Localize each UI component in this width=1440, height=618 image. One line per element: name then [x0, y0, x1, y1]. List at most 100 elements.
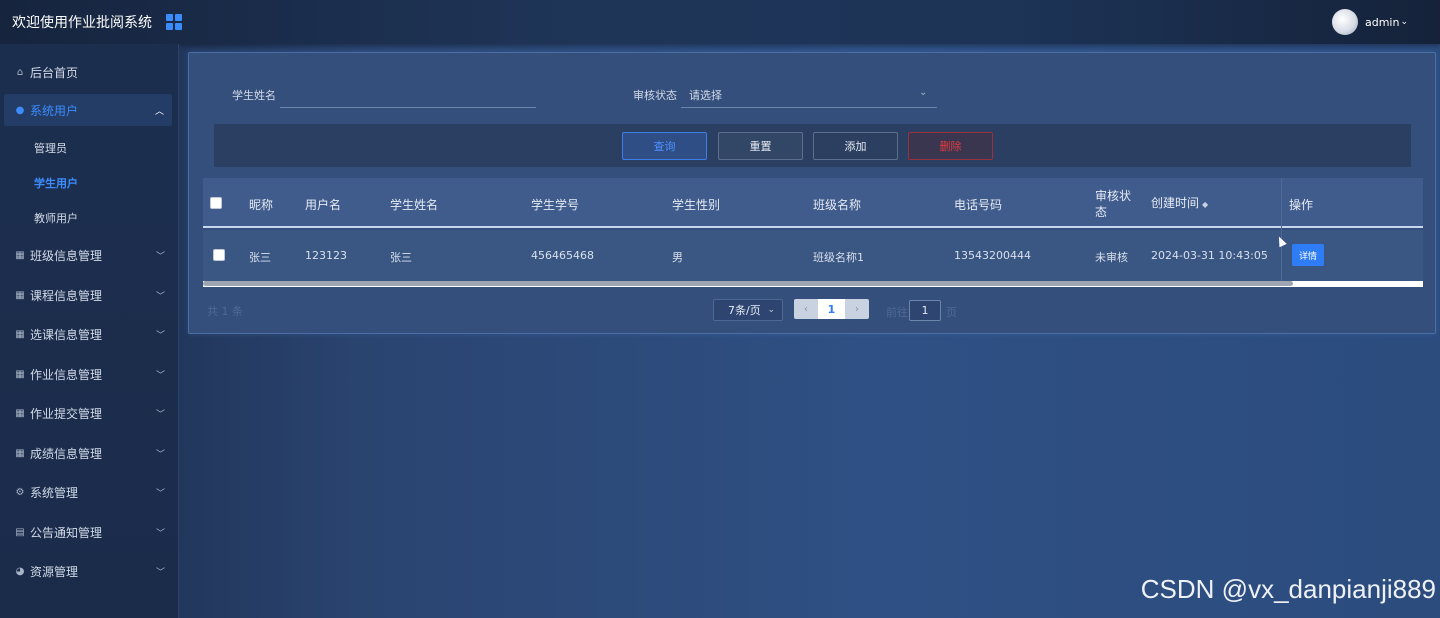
chevron-down-icon: ⌄ — [767, 305, 775, 315]
student-name-label: 学生姓名 — [232, 89, 276, 102]
user-icon: ● — [15, 104, 25, 116]
username-label[interactable]: admin — [1365, 16, 1399, 29]
chevron-left-icon: ‹ — [804, 303, 808, 315]
sidebar-item-homework-submission[interactable]: ▦ 作业提交管理 ﹀ — [0, 397, 179, 429]
column-header-sortable[interactable]: 创建时间 ◆ — [1151, 194, 1208, 211]
menu-toggle-icon[interactable] — [166, 14, 182, 30]
chevron-down-icon[interactable]: ⌄ — [1400, 17, 1408, 27]
column-header: 电话号码 — [954, 198, 1003, 212]
review-status-label: 审核状态 — [633, 89, 677, 102]
next-page-button[interactable]: › — [845, 299, 869, 319]
chevron-down-icon: ﹀ — [155, 251, 165, 262]
table-header: 昵称 用户名 学生姓名 学生学号 学生性别 班级名称 电话号码 审核状 态 创建… — [203, 178, 1423, 228]
chevron-right-icon: › — [855, 303, 859, 315]
sidebar-subitem-teacher-users[interactable]: 教师用户 — [34, 207, 78, 229]
sidebar-item-label: 成绩信息管理 — [30, 446, 103, 461]
sidebar-item-course-selection[interactable]: ▦ 选课信息管理 ﹀ — [0, 318, 179, 350]
chevron-down-icon[interactable]: ⌄ — [919, 87, 927, 98]
sidebar-item-course-info[interactable]: ▦ 课程信息管理 ﹀ — [0, 279, 179, 311]
top-header: 欢迎使用作业批阅系统 admin ⌄ — [0, 0, 1440, 44]
app-title: 欢迎使用作业批阅系统 — [12, 15, 152, 31]
cell-student-name: 张三 — [390, 251, 412, 264]
detail-button[interactable]: 详情 — [1292, 244, 1324, 266]
goto-page-input[interactable]: 1 — [909, 300, 941, 321]
chevron-down-icon: ﹀ — [155, 449, 165, 460]
sidebar-item-system-users[interactable]: ● 系统用户 ︿ — [4, 94, 172, 126]
sidebar-item-homework-info[interactable]: ▦ 作业信息管理 ﹀ — [0, 358, 179, 390]
page-size-select[interactable]: 7条/页 ⌄ — [713, 299, 783, 321]
sidebar-item-label: 作业提交管理 — [30, 406, 103, 421]
chevron-down-icon: ﹀ — [155, 528, 165, 539]
sidebar-item-resources[interactable]: ◕ 资源管理 ﹀ — [0, 555, 179, 587]
home-icon: ⌂ — [16, 66, 24, 78]
cell-status: 未审核 — [1095, 251, 1128, 264]
content-panel: 学生姓名 审核状态 请选择 ⌄ 查询 重置 添加 删除 昵称 用户名 学生姓名 … — [188, 52, 1436, 334]
query-button[interactable]: 查询 — [622, 132, 707, 160]
add-button[interactable]: 添加 — [813, 132, 898, 160]
sidebar-subitem-student-users[interactable]: 学生用户 — [34, 172, 78, 194]
goto-label: 前往 — [886, 306, 908, 319]
grid-icon: ▦ — [15, 447, 25, 459]
current-page[interactable]: 1 — [818, 299, 845, 319]
sidebar: ⌂ 后台首页 ● 系统用户 ︿ 管理员 学生用户 教师用户 ▦ 班级信息管理 ﹀… — [0, 44, 179, 618]
total-count: 共 1 条 — [207, 305, 243, 318]
sort-icon[interactable]: ◆ — [1202, 200, 1208, 209]
column-header: 操作 — [1289, 198, 1314, 212]
column-header: 学生性别 — [672, 198, 721, 212]
sidebar-item-label: 班级信息管理 — [30, 248, 103, 263]
column-header-line1: 审核状 — [1095, 189, 1132, 203]
sidebar-item-announcements[interactable]: ▤ 公告通知管理 ﹀ — [0, 516, 179, 548]
column-header: 昵称 — [249, 198, 274, 212]
grid-icon: ▦ — [15, 328, 25, 340]
reset-button[interactable]: 重置 — [718, 132, 803, 160]
sidebar-item-label: 系统用户 — [30, 103, 79, 118]
sidebar-item-label: 后台首页 — [30, 65, 79, 80]
goto-suffix: 页 — [946, 306, 957, 319]
avatar[interactable] — [1331, 9, 1358, 35]
sidebar-item-label: 公告通知管理 — [30, 525, 103, 540]
watermark: CSDN @vx_danpianji889 — [1140, 574, 1436, 604]
column-header-label: 创建时间 — [1151, 196, 1200, 210]
column-header: 学生学号 — [531, 198, 580, 212]
sidebar-item-label: 系统管理 — [30, 485, 79, 500]
column-header: 班级名称 — [813, 198, 862, 212]
sidebar-item-grades[interactable]: ▦ 成绩信息管理 ﹀ — [0, 437, 179, 469]
sidebar-item-class-info[interactable]: ▦ 班级信息管理 ﹀ — [0, 239, 179, 271]
cell-gender: 男 — [672, 251, 683, 264]
sidebar-item-home[interactable]: ⌂ 后台首页 — [0, 56, 179, 88]
sidebar-subitem-admin[interactable]: 管理员 — [34, 137, 67, 159]
prev-page-button[interactable]: ‹ — [794, 299, 818, 319]
sidebar-item-label: 作业信息管理 — [30, 367, 103, 382]
grid-icon: ▦ — [15, 289, 25, 301]
document-icon: ▤ — [15, 526, 25, 538]
user-menu[interactable]: admin ⌄ — [1331, 9, 1408, 35]
column-divider — [1281, 178, 1282, 281]
table-row: 张三 123123 张三 456465468 男 班级名称1 135432004… — [203, 230, 1423, 281]
gear-icon: ⚙ — [15, 486, 25, 498]
pie-chart-icon: ◕ — [15, 565, 25, 577]
sidebar-item-label: 资源管理 — [30, 564, 79, 579]
column-header: 学生姓名 — [390, 198, 439, 212]
column-header-line2: 态 — [1095, 205, 1108, 219]
cell-created-time: 2024-03-31 10:43:05 — [1151, 249, 1268, 262]
sidebar-item-label: 选课信息管理 — [30, 327, 103, 342]
grid-icon: ▦ — [15, 368, 25, 380]
cell-username: 123123 — [305, 249, 347, 262]
select-all-checkbox[interactable] — [210, 197, 222, 209]
student-name-underline[interactable] — [280, 107, 536, 108]
page-size-value: 7条/页 — [728, 304, 761, 317]
delete-button[interactable]: 删除 — [908, 132, 993, 160]
cell-phone: 13543200444 — [954, 249, 1031, 262]
chevron-down-icon: ﹀ — [155, 291, 165, 302]
review-status-underline[interactable] — [681, 107, 937, 108]
sidebar-item-system-management[interactable]: ⚙ 系统管理 ﹀ — [0, 476, 179, 508]
chevron-down-icon: ﹀ — [155, 488, 165, 499]
column-header: 用户名 — [305, 198, 342, 212]
row-checkbox[interactable] — [213, 249, 225, 261]
sidebar-item-label: 课程信息管理 — [30, 288, 103, 303]
chevron-down-icon: ﹀ — [155, 409, 165, 420]
scrollbar-thumb[interactable] — [203, 281, 1293, 286]
chevron-down-icon: ﹀ — [155, 370, 165, 381]
cell-class-name: 班级名称1 — [813, 251, 864, 264]
review-status-select[interactable]: 请选择 — [689, 87, 722, 103]
